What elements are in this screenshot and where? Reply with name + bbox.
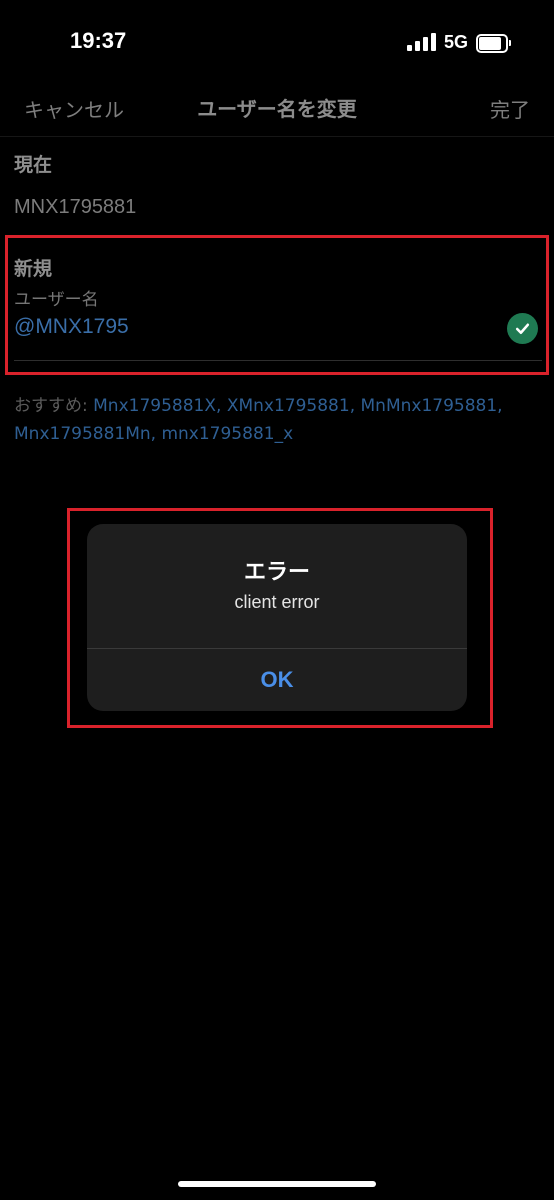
suggestions: おすすめ: Mnx1795881X, XMnx1795881, MnMnx179…: [14, 396, 503, 444]
alert-message: client error: [234, 592, 320, 612]
status-indicators: 5G: [406, 30, 511, 54]
suggestion-item[interactable]: Mnx1795881Mn: [14, 424, 151, 444]
navigation-bar: キャンセル ユーザー名を変更 完了: [0, 80, 554, 137]
alert-title: エラー: [243, 560, 310, 585]
checkmark-circle-icon: [507, 313, 538, 344]
done-button[interactable]: 完了: [490, 94, 530, 123]
suggestions-prefix: おすすめ:: [14, 396, 94, 416]
status-bar: 19:37 5G: [0, 0, 554, 80]
suggestion-item[interactable]: Mnx1795881X: [93, 396, 216, 416]
new-label: 新規: [14, 258, 53, 280]
status-time: 19:37: [70, 28, 127, 53]
home-indicator[interactable]: [178, 1181, 376, 1187]
page-title: ユーザー名を変更: [197, 97, 357, 121]
error-alert-dialog: エラー client error OK: [87, 524, 467, 711]
suggestion-item[interactable]: mnx1795881_x: [161, 424, 293, 444]
current-username: MNX1795881: [14, 196, 137, 218]
ok-button[interactable]: OK: [87, 649, 467, 711]
username-input[interactable]: [14, 312, 494, 342]
battery-icon: [476, 33, 511, 53]
suggestion-item[interactable]: XMnx1795881: [227, 396, 350, 416]
input-underline: [14, 360, 542, 361]
network-type: 5G: [443, 31, 468, 52]
username-field-label: ユーザー名: [14, 290, 99, 310]
current-label: 現在: [14, 154, 53, 176]
suggestion-item[interactable]: MnMnx1795881: [361, 396, 498, 416]
cellular-signal-icon: [406, 33, 436, 51]
